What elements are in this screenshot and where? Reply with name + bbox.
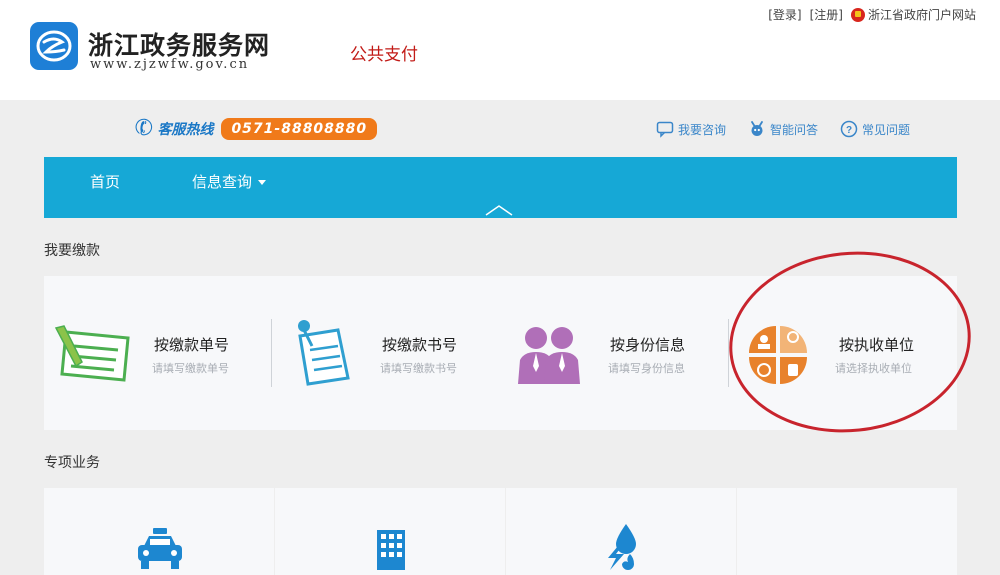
pay-by-bill-number[interactable]: 按缴款单号 请填写缴款单号 (44, 276, 272, 430)
special-service-card[interactable] (506, 488, 736, 575)
special-service-card[interactable] (737, 488, 957, 575)
building-icon (377, 530, 405, 570)
hotline: ✆ 客服热线 0571-88808880 (132, 114, 378, 143)
chevron-up-icon (485, 205, 513, 216)
caret-down-icon (258, 180, 267, 185)
nav-home[interactable]: 首页 (90, 171, 120, 192)
taxi-icon (138, 528, 182, 569)
hotline-number: 0571-88808880 (221, 117, 378, 140)
payment-section-title: 我要缴款 (44, 243, 100, 259)
main-nav: 首页 信息查询 (44, 157, 957, 218)
pay-option-name: 按缴款书号 (382, 336, 458, 354)
pay-option-hint: 请填写缴款书号 (380, 362, 457, 375)
robot-icon (751, 121, 763, 136)
register-link[interactable]: [注册] (810, 6, 843, 23)
people-icon (518, 327, 580, 384)
smart-qa-label: 智能问答 (769, 122, 818, 137)
consult-label: 我要咨询 (677, 122, 726, 137)
help-links: 我要咨询 智能问答 ? 常见问题 (634, 120, 910, 138)
svg-text:?: ? (846, 125, 852, 136)
hotline-label: 客服热线 (157, 121, 214, 138)
faq-link[interactable]: ? 常见问题 (840, 120, 910, 138)
nav-info-query[interactable]: 信息查询 (192, 171, 267, 192)
pay-option-hint: 请填写缴款单号 (152, 362, 229, 375)
faq-label: 常见问题 (861, 122, 910, 137)
form-pen-icon (54, 325, 130, 382)
question-circle-icon: ? (840, 120, 858, 138)
consult-link[interactable]: 我要咨询 (656, 120, 726, 138)
chat-bubble-icon (656, 121, 674, 138)
service-name: 公共支付 (350, 45, 418, 65)
special-services (44, 488, 957, 575)
site-url: www.zjzwfw.gov.cn (90, 57, 250, 72)
site-header: 浙江政务服务网 www.zjzwfw.gov.cn 公共支付 [登录] [注册]… (0, 0, 1000, 100)
top-links: [登录] [注册] 浙江省政府门户网站 (760, 6, 976, 23)
special-service-card[interactable] (44, 488, 274, 575)
portal-link[interactable]: 浙江省政府门户网站 (868, 6, 976, 23)
pay-option-name: 按身份信息 (610, 336, 686, 354)
nav-info-query-label: 信息查询 (192, 173, 253, 191)
page: 浙江政务服务网 www.zjzwfw.gov.cn 公共支付 [登录] [注册]… (0, 0, 1000, 575)
login-link[interactable]: [登录] (768, 6, 801, 23)
phone-icon: ✆ (132, 114, 157, 143)
utilities-icon (608, 524, 636, 570)
document-pin-icon (298, 320, 350, 386)
pay-option-name: 按缴款单号 (154, 336, 230, 354)
smart-qa-link[interactable]: 智能问答 (748, 120, 818, 138)
special-service-card[interactable] (275, 488, 505, 575)
pay-option-hint: 请填写身份信息 (608, 362, 685, 375)
pay-by-identity[interactable]: 按身份信息 请填写身份信息 (500, 276, 728, 430)
special-section-title: 专项业务 (44, 455, 100, 471)
national-emblem-icon (850, 7, 865, 22)
site-logo-icon[interactable] (30, 22, 78, 70)
pay-by-notice-number[interactable]: 按缴款书号 请填写缴款书号 (272, 276, 500, 430)
